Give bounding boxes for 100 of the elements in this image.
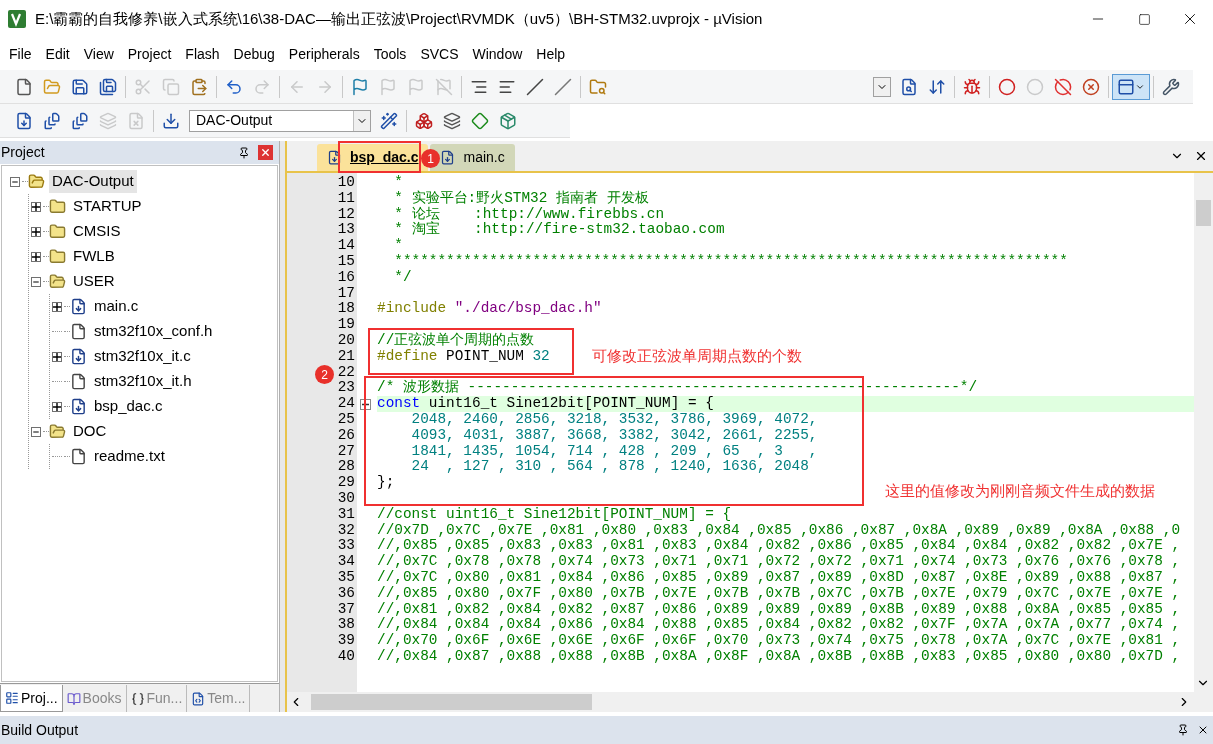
line-number: 33 <box>337 538 355 555</box>
menu-item[interactable]: Project <box>120 43 179 65</box>
scroll-thumb[interactable] <box>1196 200 1211 226</box>
menu-item[interactable]: Window <box>465 43 530 65</box>
line-number: 27 <box>337 443 355 460</box>
panel-title: Project <box>1 143 46 162</box>
line-number: 24 <box>337 396 355 412</box>
tree-item[interactable]: readme.txt <box>91 445 168 468</box>
file-icon <box>70 448 87 465</box>
tree-item[interactable]: stm32f10x_it.c <box>91 345 194 368</box>
expand-toggle[interactable] <box>31 226 41 237</box>
expand-toggle[interactable] <box>52 301 62 312</box>
code-line: 1841, 1435, 1054, 714 , 428 , 209 , 65 , 3 , <box>410 443 818 460</box>
close-icon <box>1197 724 1209 736</box>
dropdown[interactable] <box>873 76 891 97</box>
expand-toggle[interactable] <box>31 251 41 262</box>
file-tab[interactable]: bsp_dac.c <box>317 144 429 171</box>
books-icon <box>66 691 81 706</box>
line-number: 22 <box>337 364 355 381</box>
layers-icon <box>443 111 461 130</box>
collapse-toggle[interactable] <box>10 176 20 187</box>
code-line: ****************************************************************************** <box>393 254 1068 270</box>
open-folder-icon <box>49 423 66 440</box>
tree-item[interactable]: main.c <box>91 295 142 318</box>
uncomment-icon <box>554 77 572 96</box>
menu-item[interactable]: Debug <box>226 43 282 65</box>
expand-toggle[interactable] <box>31 201 41 212</box>
undo-icon <box>225 77 243 96</box>
stop-build-icon <box>127 111 145 130</box>
collapse-toggle[interactable] <box>31 426 41 437</box>
wand-icon <box>380 111 398 130</box>
code-line: * <box>393 175 403 191</box>
tree-item[interactable]: bsp_dac.c <box>91 395 166 418</box>
code-line: //,0x70 ,0x6F ,0x6E ,0x6E ,0x6F ,0x6F ,0x70 ,0x73 ,0x74 ,0x75 ,0x78 ,0x7A ,0x7C ,0x7E ,0x81 , <box>377 633 1181 649</box>
code-line: #include "./dac/bsp_dac.h" <box>377 301 602 318</box>
panel-close-button[interactable] <box>258 145 273 160</box>
save-icon <box>71 77 89 96</box>
vertical-scrollbar[interactable] <box>1194 173 1213 692</box>
fold-toggle-icon[interactable] <box>360 398 371 410</box>
diamond-icon <box>471 111 489 130</box>
file-icon <box>70 373 87 390</box>
tree-item[interactable]: stm32f10x_it.h <box>91 370 195 393</box>
expand-toggle[interactable] <box>52 401 62 412</box>
flag-icon <box>351 77 369 96</box>
tree-item[interactable]: FWLB <box>70 245 118 268</box>
source-file-icon <box>70 398 87 415</box>
line-number: 36 <box>337 585 355 602</box>
download-icon <box>162 111 180 130</box>
line-number: 23 <box>337 380 355 397</box>
find-icon <box>900 77 918 96</box>
annotation-note: 这里的值修改为刚刚音频文件生成的数据 <box>885 481 1155 501</box>
circle-icon <box>1026 77 1044 96</box>
tree-item[interactable]: STARTUP <box>70 195 145 218</box>
line-number: 32 <box>337 522 355 539</box>
source-file-icon <box>70 348 87 365</box>
code-line: //,0x85 ,0x80 ,0x7F ,0x80 ,0x7B ,0x7E ,0x7B ,0x7B ,0x7C ,0x7B ,0x7E ,0x79 ,0x7C ,0x7E ,0x7E , <box>377 585 1181 602</box>
tree-item[interactable]: USER <box>70 270 118 293</box>
collapse-toggle[interactable] <box>31 276 41 287</box>
target-folder-icon <box>28 173 45 190</box>
target-dropdown[interactable]: DAC-Output <box>189 109 371 132</box>
tree-item[interactable]: DAC-Output <box>49 170 137 193</box>
code-line: //,0x81 ,0x82 ,0x84 ,0x82 ,0x87 ,0x86 ,0x89 ,0x89 ,0x89 ,0x8B ,0x89 ,0x88 ,0x8A ,0x85 ,0x85 , <box>377 601 1181 617</box>
line-number: 17 <box>337 285 355 302</box>
menu-item[interactable]: SVCS <box>413 43 466 65</box>
tree-item[interactable]: DOC <box>70 420 110 443</box>
code-line: * 实验平台:野火STM32 指南者 开发板 <box>393 190 649 207</box>
tree-item[interactable]: CMSIS <box>70 220 124 243</box>
code-line: const uint16_t Sine12bit[POINT_NUM] = { <box>377 396 714 412</box>
flag-icon <box>407 77 425 96</box>
boxes-icon <box>415 111 433 130</box>
menu-item[interactable]: Help <box>529 43 573 65</box>
line-number: 31 <box>337 506 355 523</box>
tree-item[interactable]: stm32f10x_conf.h <box>91 320 216 343</box>
menu-item[interactable]: Tools <box>366 43 414 65</box>
folder-icon <box>49 223 66 240</box>
line-number: 39 <box>337 633 355 649</box>
braces-icon <box>130 691 145 706</box>
line-number: 16 <box>337 269 355 286</box>
code-line: //,0x7C ,0x78 ,0x78 ,0x74 ,0x73 ,0x71 ,0x71 ,0x72 ,0x72 ,0x71 ,0x74 ,0x73 ,0x76 ,0x76 ,0x78 , <box>377 554 1181 570</box>
menu-item[interactable]: Flash <box>178 43 227 65</box>
plus-icon <box>53 352 61 361</box>
line-number: 10 <box>337 175 355 191</box>
menu-item[interactable]: View <box>76 43 121 65</box>
batch-build-icon <box>99 111 117 130</box>
panel-tab[interactable]: Proj... <box>0 685 63 712</box>
app-logo-icon <box>8 10 26 28</box>
line-number: 13 <box>337 222 355 239</box>
project-tab-icon <box>5 691 19 705</box>
template-icon <box>191 691 206 706</box>
line-number: 19 <box>337 317 355 333</box>
windows-button[interactable] <box>1112 73 1150 100</box>
menu-item[interactable]: File <box>2 43 39 65</box>
horizontal-scrollbar[interactable] <box>287 692 1213 712</box>
expand-toggle[interactable] <box>52 351 62 362</box>
menu-item[interactable]: Peripherals <box>281 43 367 65</box>
line-number: 35 <box>337 569 355 586</box>
line-number: 30 <box>337 490 355 507</box>
code-line: 4093, 4031, 3887, 3668, 3382, 3042, 2661, 2255, <box>410 427 818 444</box>
menu-item[interactable]: Edit <box>38 43 77 65</box>
wrench-icon <box>1162 77 1180 96</box>
